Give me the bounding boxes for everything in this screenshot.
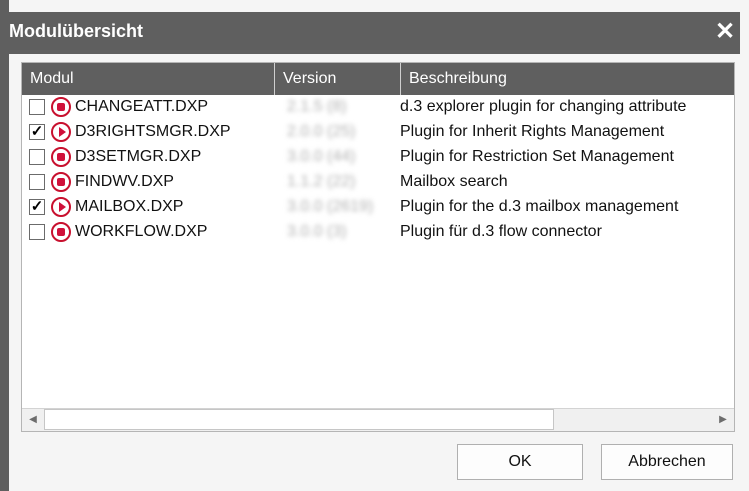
module-list[interactable]: Modul Version Beschreibung CHANGEATT.DXP… bbox=[21, 62, 735, 432]
scrollbar-thumb[interactable] bbox=[44, 409, 554, 430]
module-version: 2.1.5 (8) bbox=[287, 98, 347, 115]
column-header-description[interactable]: Beschreibung bbox=[400, 63, 734, 95]
module-version: 1.1.2 (22) bbox=[287, 173, 356, 190]
module-description: Plugin für d.3 flow connector bbox=[400, 223, 602, 240]
module-name: FINDWV.DXP bbox=[75, 173, 174, 190]
module-name: MAILBOX.DXP bbox=[75, 198, 184, 215]
module-description: Plugin for the d.3 mailbox management bbox=[400, 198, 679, 215]
stop-icon[interactable] bbox=[51, 147, 71, 167]
table-row[interactable]: WORKFLOW.DXP 3.0.0 (3) Plugin für d.3 flow… bbox=[22, 221, 734, 246]
title-bar: Modulübersicht ✕ bbox=[9, 12, 740, 54]
module-description: Mailbox search bbox=[400, 173, 508, 190]
stop-icon[interactable] bbox=[51, 222, 71, 242]
module-version: 3.0.0 (3) bbox=[287, 223, 347, 240]
module-name: D3RIGHTSMGR.DXP bbox=[75, 123, 231, 140]
module-version: 3.0.0 (44) bbox=[287, 148, 356, 165]
table-row[interactable]: CHANGEATT.DXP 2.1.5 (8) d.3 explorer plugi… bbox=[22, 96, 734, 121]
cancel-button[interactable]: Abbrechen bbox=[601, 444, 733, 480]
module-checkbox[interactable] bbox=[29, 99, 45, 115]
dialog-content: Modul Version Beschreibung CHANGEATT.DXP… bbox=[9, 54, 740, 491]
stop-icon[interactable] bbox=[51, 97, 71, 117]
module-name: WORKFLOW.DXP bbox=[75, 223, 208, 240]
module-checkbox[interactable]: ✓ bbox=[29, 124, 45, 140]
module-overview-dialog: Modulübersicht ✕ Modul Version Beschreib… bbox=[0, 0, 749, 491]
module-checkbox[interactable] bbox=[29, 149, 45, 165]
module-version: 2.0.0 (25) bbox=[287, 123, 356, 140]
column-header-version[interactable]: Version bbox=[274, 63, 400, 95]
module-name: D3SETMGR.DXP bbox=[75, 148, 202, 165]
column-header-module[interactable]: Modul bbox=[22, 63, 274, 95]
close-icon[interactable]: ✕ bbox=[710, 17, 740, 47]
play-icon[interactable] bbox=[51, 197, 71, 217]
module-version: 3.0.0 (2619) bbox=[287, 198, 374, 215]
module-checkbox[interactable]: ✓ bbox=[29, 199, 45, 215]
scroll-right-icon[interactable]: ▶ bbox=[712, 409, 734, 431]
module-rows: CHANGEATT.DXP 2.1.5 (8) d.3 explorer plugi… bbox=[22, 96, 734, 246]
module-checkbox[interactable] bbox=[29, 174, 45, 190]
horizontal-scrollbar[interactable]: ◀ ▶ bbox=[22, 408, 734, 431]
scroll-left-icon[interactable]: ◀ bbox=[22, 409, 44, 431]
play-icon[interactable] bbox=[51, 122, 71, 142]
module-description: Plugin for Inherit Rights Management bbox=[400, 123, 665, 140]
table-row[interactable]: D3SETMGR.DXP 3.0.0 (44) Plugin for Restric… bbox=[22, 146, 734, 171]
module-description: Plugin for Restriction Set Management bbox=[400, 148, 674, 165]
ok-button[interactable]: OK bbox=[457, 444, 583, 480]
dialog-title: Modulübersicht bbox=[9, 21, 143, 41]
module-name: CHANGEATT.DXP bbox=[75, 98, 209, 115]
table-row[interactable]: ✓ MAILBOX.DXP 3.0.0 (2619) Plugin for the d… bbox=[22, 196, 734, 221]
module-description: d.3 explorer plugin for changing attribu… bbox=[400, 98, 687, 115]
list-header: Modul Version Beschreibung bbox=[22, 63, 734, 95]
table-row[interactable]: FINDWV.DXP 1.1.2 (22) Mailbox search bbox=[22, 171, 734, 196]
module-checkbox[interactable] bbox=[29, 224, 45, 240]
table-row[interactable]: ✓ D3RIGHTSMGR.DXP 2.0.0 (25) Plugin for Inh… bbox=[22, 121, 734, 146]
stop-icon[interactable] bbox=[51, 172, 71, 192]
